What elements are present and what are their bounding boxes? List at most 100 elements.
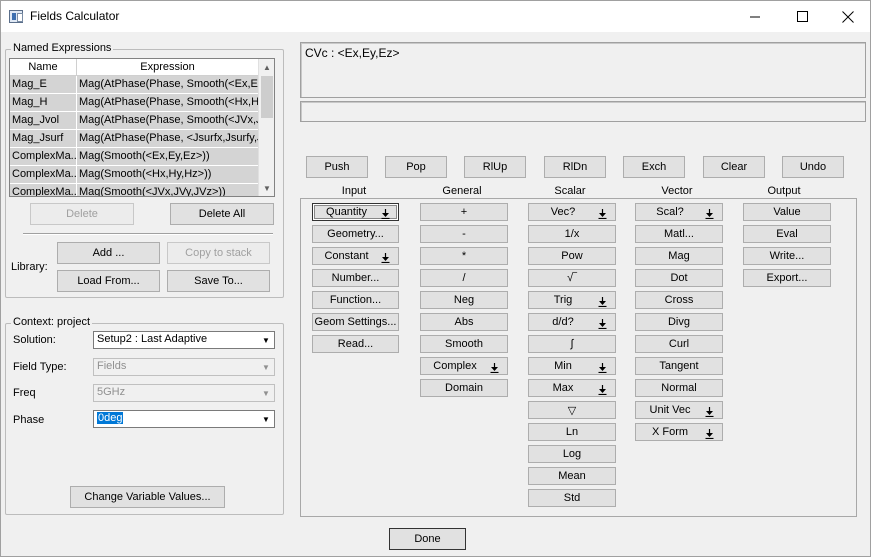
solution-select[interactable]: Setup2 : Last Adaptive ▼ (93, 331, 275, 349)
pop-button[interactable]: Pop (385, 156, 447, 178)
table-row[interactable]: ComplexMa... Mag(Smooth(<Hx,Hy,Hz>)) (10, 166, 259, 184)
table-scrollbar[interactable]: ▲ ▼ (258, 59, 274, 196)
maximize-button[interactable] (779, 1, 825, 32)
vector-unit-vec-button[interactable]: Unit Vec (635, 401, 723, 419)
output-export-button[interactable]: Export... (743, 269, 831, 287)
output-write-button[interactable]: Write... (743, 247, 831, 265)
input-number-button[interactable]: Number... (312, 269, 399, 287)
delete-all-button[interactable]: Delete All (170, 203, 274, 225)
table-cell-name[interactable]: Mag_H (10, 94, 77, 112)
input-function-button[interactable]: Function... (312, 291, 399, 309)
general-symbol-button[interactable]: + (420, 203, 508, 221)
table-row[interactable]: Mag_H Mag(AtPhase(Phase, Smooth(<Hx,H... (10, 94, 259, 112)
chevron-down-icon[interactable]: ▼ (258, 359, 274, 375)
scalar-1-x-button[interactable]: 1/x (528, 225, 616, 243)
copy-to-stack-button[interactable]: Copy to stack (167, 242, 270, 264)
scroll-down-icon[interactable]: ▼ (259, 180, 274, 196)
general-symbol-button[interactable]: / (420, 269, 508, 287)
table-cell-name[interactable]: ComplexMa... (10, 184, 77, 196)
scalar-symbol-button[interactable]: ▽ (528, 401, 616, 419)
chevron-down-icon[interactable]: ▼ (258, 385, 274, 401)
named-expressions-label: Named Expressions (11, 42, 114, 54)
vector-cross-button[interactable]: Cross (635, 291, 723, 309)
column-header-name[interactable]: Name (10, 59, 77, 76)
scalar-d-d-button[interactable]: d/d? (528, 313, 616, 331)
table-cell-expression[interactable]: Mag(Smooth(<JVx,JVy,JVz>)) (77, 184, 259, 196)
scalar-mean-button[interactable]: Mean (528, 467, 616, 485)
table-row[interactable]: Mag_Jvol Mag(AtPhase(Phase, Smooth(<JVx,J… (10, 112, 259, 130)
table-cell-expression[interactable]: Mag(AtPhase(Phase, Smooth(<Hx,H... (77, 94, 259, 112)
undo-button[interactable]: Undo (782, 156, 844, 178)
general-complex-button[interactable]: Complex (420, 357, 508, 375)
column-header-expression[interactable]: Expression (77, 59, 259, 76)
vector-x-form-button[interactable]: X Form (635, 423, 723, 441)
rlup-button[interactable]: RlUp (464, 156, 526, 178)
delete-button[interactable]: Delete (30, 203, 134, 225)
vector-normal-button[interactable]: Normal (635, 379, 723, 397)
table-cell-expression[interactable]: Mag(Smooth(<Hx,Hy,Hz>)) (77, 166, 259, 184)
table-cell-expression[interactable]: Mag(Smooth(<Ex,Ey,Ez>)) (77, 148, 259, 166)
load-from-button[interactable]: Load From... (57, 270, 160, 292)
general-symbol-button[interactable]: - (420, 225, 508, 243)
vector-matl-button[interactable]: Matl... (635, 225, 723, 243)
scroll-thumb[interactable] (261, 76, 273, 118)
add-button[interactable]: Add ... (57, 242, 160, 264)
chevron-down-icon[interactable]: ▼ (258, 411, 274, 427)
general-domain-button[interactable]: Domain (420, 379, 508, 397)
table-cell-name[interactable]: ComplexMa... (10, 148, 77, 166)
general-abs-button[interactable]: Abs (420, 313, 508, 331)
chevron-down-icon[interactable]: ▼ (258, 332, 274, 348)
table-row[interactable]: ComplexMa... Mag(Smooth(<JVx,JVy,JVz>)) (10, 184, 259, 196)
table-cell-expression[interactable]: Mag(AtPhase(Phase, <Jsurfx,Jsurfy,J... (77, 130, 259, 148)
push-button[interactable]: Push (306, 156, 368, 178)
scalar-symbol-button[interactable]: √‾ (528, 269, 616, 287)
table-cell-name[interactable]: ComplexMa... (10, 166, 77, 184)
vector-curl-button[interactable]: Curl (635, 335, 723, 353)
table-row[interactable]: Mag_Jsurf Mag(AtPhase(Phase, <Jsurfx,Jsur… (10, 130, 259, 148)
scalar-trig-button[interactable]: Trig (528, 291, 616, 309)
table-cell-name[interactable]: Mag_E (10, 76, 77, 94)
scalar-log-button[interactable]: Log (528, 445, 616, 463)
input-constant-button[interactable]: Constant (312, 247, 399, 265)
general-smooth-button[interactable]: Smooth (420, 335, 508, 353)
vector-tangent-button[interactable]: Tangent (635, 357, 723, 375)
input-geom-settings-button[interactable]: Geom Settings... (312, 313, 399, 331)
vector-dot-button[interactable]: Dot (635, 269, 723, 287)
phase-select[interactable]: 0deg ▼ (93, 410, 275, 428)
table-cell-expression[interactable]: Mag(AtPhase(Phase, Smooth(<Ex,E... (77, 76, 259, 94)
save-to-button[interactable]: Save To... (167, 270, 270, 292)
scalar-max-button[interactable]: Max (528, 379, 616, 397)
exch-button[interactable]: Exch (623, 156, 685, 178)
change-variable-values-button[interactable]: Change Variable Values... (70, 486, 225, 508)
table-cell-expression[interactable]: Mag(AtPhase(Phase, Smooth(<JVx,J... (77, 112, 259, 130)
vector-mag-button[interactable]: Mag (635, 247, 723, 265)
scalar-ln-button[interactable]: Ln (528, 423, 616, 441)
close-button[interactable] (825, 1, 871, 32)
general-symbol-button[interactable]: * (420, 247, 508, 265)
phase-value[interactable]: 0deg (97, 412, 124, 424)
table-row[interactable]: Mag_E Mag(AtPhase(Phase, Smooth(<Ex,E... (10, 76, 259, 94)
table-cell-name[interactable]: Mag_Jvol (10, 112, 77, 130)
vector-divg-button[interactable]: Divg (635, 313, 723, 331)
clear-button[interactable]: Clear (703, 156, 765, 178)
rldn-button[interactable]: RlDn (544, 156, 606, 178)
minimize-button[interactable] (732, 1, 778, 32)
scalar-symbol-button[interactable]: ∫ (528, 335, 616, 353)
input-read-button[interactable]: Read... (312, 335, 399, 353)
input-quantity-button[interactable]: Quantity (312, 203, 399, 221)
table-row[interactable]: ComplexMa... Mag(Smooth(<Ex,Ey,Ez>)) (10, 148, 259, 166)
done-button[interactable]: Done (389, 528, 466, 550)
field-type-select[interactable]: Fields ▼ (93, 358, 275, 376)
scroll-up-icon[interactable]: ▲ (259, 59, 274, 75)
input-geometry-button[interactable]: Geometry... (312, 225, 399, 243)
scalar-std-button[interactable]: Std (528, 489, 616, 507)
vector-scal-button[interactable]: Scal? (635, 203, 723, 221)
table-cell-name[interactable]: Mag_Jsurf (10, 130, 77, 148)
general-neg-button[interactable]: Neg (420, 291, 508, 309)
scalar-min-button[interactable]: Min (528, 357, 616, 375)
output-value-button[interactable]: Value (743, 203, 831, 221)
scalar-pow-button[interactable]: Pow (528, 247, 616, 265)
scalar-vec-button[interactable]: Vec? (528, 203, 616, 221)
output-eval-button[interactable]: Eval (743, 225, 831, 243)
freq-select[interactable]: 5GHz ▼ (93, 384, 275, 402)
